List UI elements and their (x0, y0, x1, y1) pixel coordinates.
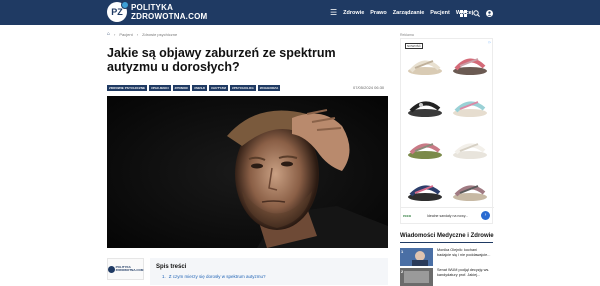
news-item-title[interactable]: Monika Olejnik: kochani badajcie się i n… (437, 248, 492, 266)
main-nav: ☰ Zdrowie Prawo Zarządzanie Pacjent Więc… (330, 0, 473, 25)
news-item-number: 2 (401, 269, 404, 274)
news-item-title[interactable]: Senat WUM podjął decyzję ws. kandydatury… (437, 268, 492, 286)
toc-item-text[interactable]: Z czym mierzy się dorosły w spektrum aut… (169, 274, 266, 279)
ad-product[interactable] (448, 125, 492, 165)
tag-sesji[interactable]: #SESJI (192, 85, 208, 91)
breadcrumb-item-zdrowie-psychiczne[interactable]: Zdrowie psychiczne (142, 32, 177, 37)
tag-zdrowie-psychiczne[interactable]: ZDROWIE PSYCHICZNE (107, 85, 148, 91)
news-divider (400, 242, 493, 243)
logo-text-line1: POLITYKA (131, 3, 174, 12)
site-header: PZ POLITYKA ZDROWOTNA.COM ☰ Zdrowie Praw… (0, 0, 600, 25)
article-hero-image (107, 96, 388, 248)
ad-product[interactable]: NOWOŚĆ (403, 41, 447, 81)
toc-title: Spis treści (156, 264, 187, 270)
tag-pomoc[interactable]: #POMOC (172, 85, 191, 91)
tag-autyzm[interactable]: #AUTYZM (209, 85, 228, 91)
toc-item[interactable]: 1. Z czym mierzy się dorosły w spektrum … (156, 274, 382, 279)
ad-brand: ecco (403, 213, 411, 218)
grid-icon[interactable] (460, 4, 467, 22)
tag-pacjenci[interactable]: #PACJENCI (149, 85, 171, 91)
article-title: Jakie są objawy zaburzeń ze spektrum aut… (107, 46, 336, 74)
user-icon[interactable] (486, 4, 493, 22)
news-section-title: Wiadomości Medyczne i Zdrowie (400, 233, 494, 239)
author-logo-line2: ZDROWOTNA.COM (115, 268, 144, 272)
ad-footer[interactable]: ecco Idealne sandały na nowy... › (401, 207, 494, 223)
ad-description[interactable]: Idealne sandały na nowy... (427, 214, 479, 218)
sidebar-ad[interactable]: ▷ NOWOŚĆ ecco Idealne sandały na nowy...… (400, 38, 494, 224)
header-tools (460, 0, 493, 25)
site-logo[interactable]: PZ POLITYKA ZDROWOTNA.COM (107, 1, 207, 22)
breadcrumb-item-pacjent[interactable]: Pacjent (119, 32, 132, 37)
news-item-number: 1 (401, 249, 404, 254)
ad-product[interactable] (448, 83, 492, 123)
nav-item-prawo[interactable]: Prawo (370, 10, 387, 16)
nav-item-zarzadzanie[interactable]: Zarządzanie (393, 10, 424, 16)
breadcrumb: ⌂ › Pacjent › Zdrowie psychiczne (107, 31, 178, 37)
menu-icon[interactable]: ☰ (330, 8, 337, 17)
news-thumbnail[interactable]: 2 (400, 268, 433, 286)
nav-item-zdrowie[interactable]: Zdrowie (343, 10, 364, 16)
ad-label: Reklama (400, 33, 414, 37)
author-logo-badge-icon (107, 265, 115, 273)
table-of-contents: Spis treści 1. Z czym mierzy się dorosły… (150, 258, 388, 285)
news-thumbnail[interactable]: 1 (400, 248, 433, 266)
search-icon[interactable] (473, 4, 480, 22)
author-logo: POLITYKA ZDROWOTNA.COM (107, 265, 144, 273)
nav-item-pacjent[interactable]: Pacjent (430, 10, 450, 16)
toc-item-number: 1. (162, 274, 166, 279)
logo-text: POLITYKA ZDROWOTNA.COM (131, 3, 207, 21)
author-box[interactable]: POLITYKA ZDROWOTNA.COM (107, 258, 144, 280)
tag-psycholog[interactable]: #PSYCHOLOG (229, 85, 256, 91)
logo-badge-icon: PZ (107, 1, 129, 22)
tag-diagnoza[interactable]: #DIAGNOZA (257, 85, 281, 91)
ad-product-grid[interactable]: NOWOŚĆ (401, 39, 494, 209)
ad-arrow-icon[interactable]: › (481, 211, 490, 220)
news-item[interactable]: 2 Senat WUM podjął decyzję ws. kandydatu… (400, 268, 493, 286)
home-icon[interactable]: ⌂ (107, 31, 110, 37)
article-tags: ZDROWIE PSYCHICZNE #PACJENCI #POMOC #SES… (107, 85, 281, 91)
ad-product[interactable] (403, 167, 447, 207)
ad-product[interactable] (448, 167, 492, 207)
article-date: 07/05/2024 06:30 (353, 85, 385, 90)
ad-product[interactable] (448, 41, 492, 81)
ad-product[interactable] (403, 83, 447, 123)
news-item[interactable]: 1 Monika Olejnik: kochani badajcie się i… (400, 248, 493, 266)
ad-product[interactable] (403, 125, 447, 165)
logo-text-line2: ZDROWOTNA.COM (131, 12, 208, 21)
ad-new-badge: NOWOŚĆ (405, 43, 423, 49)
